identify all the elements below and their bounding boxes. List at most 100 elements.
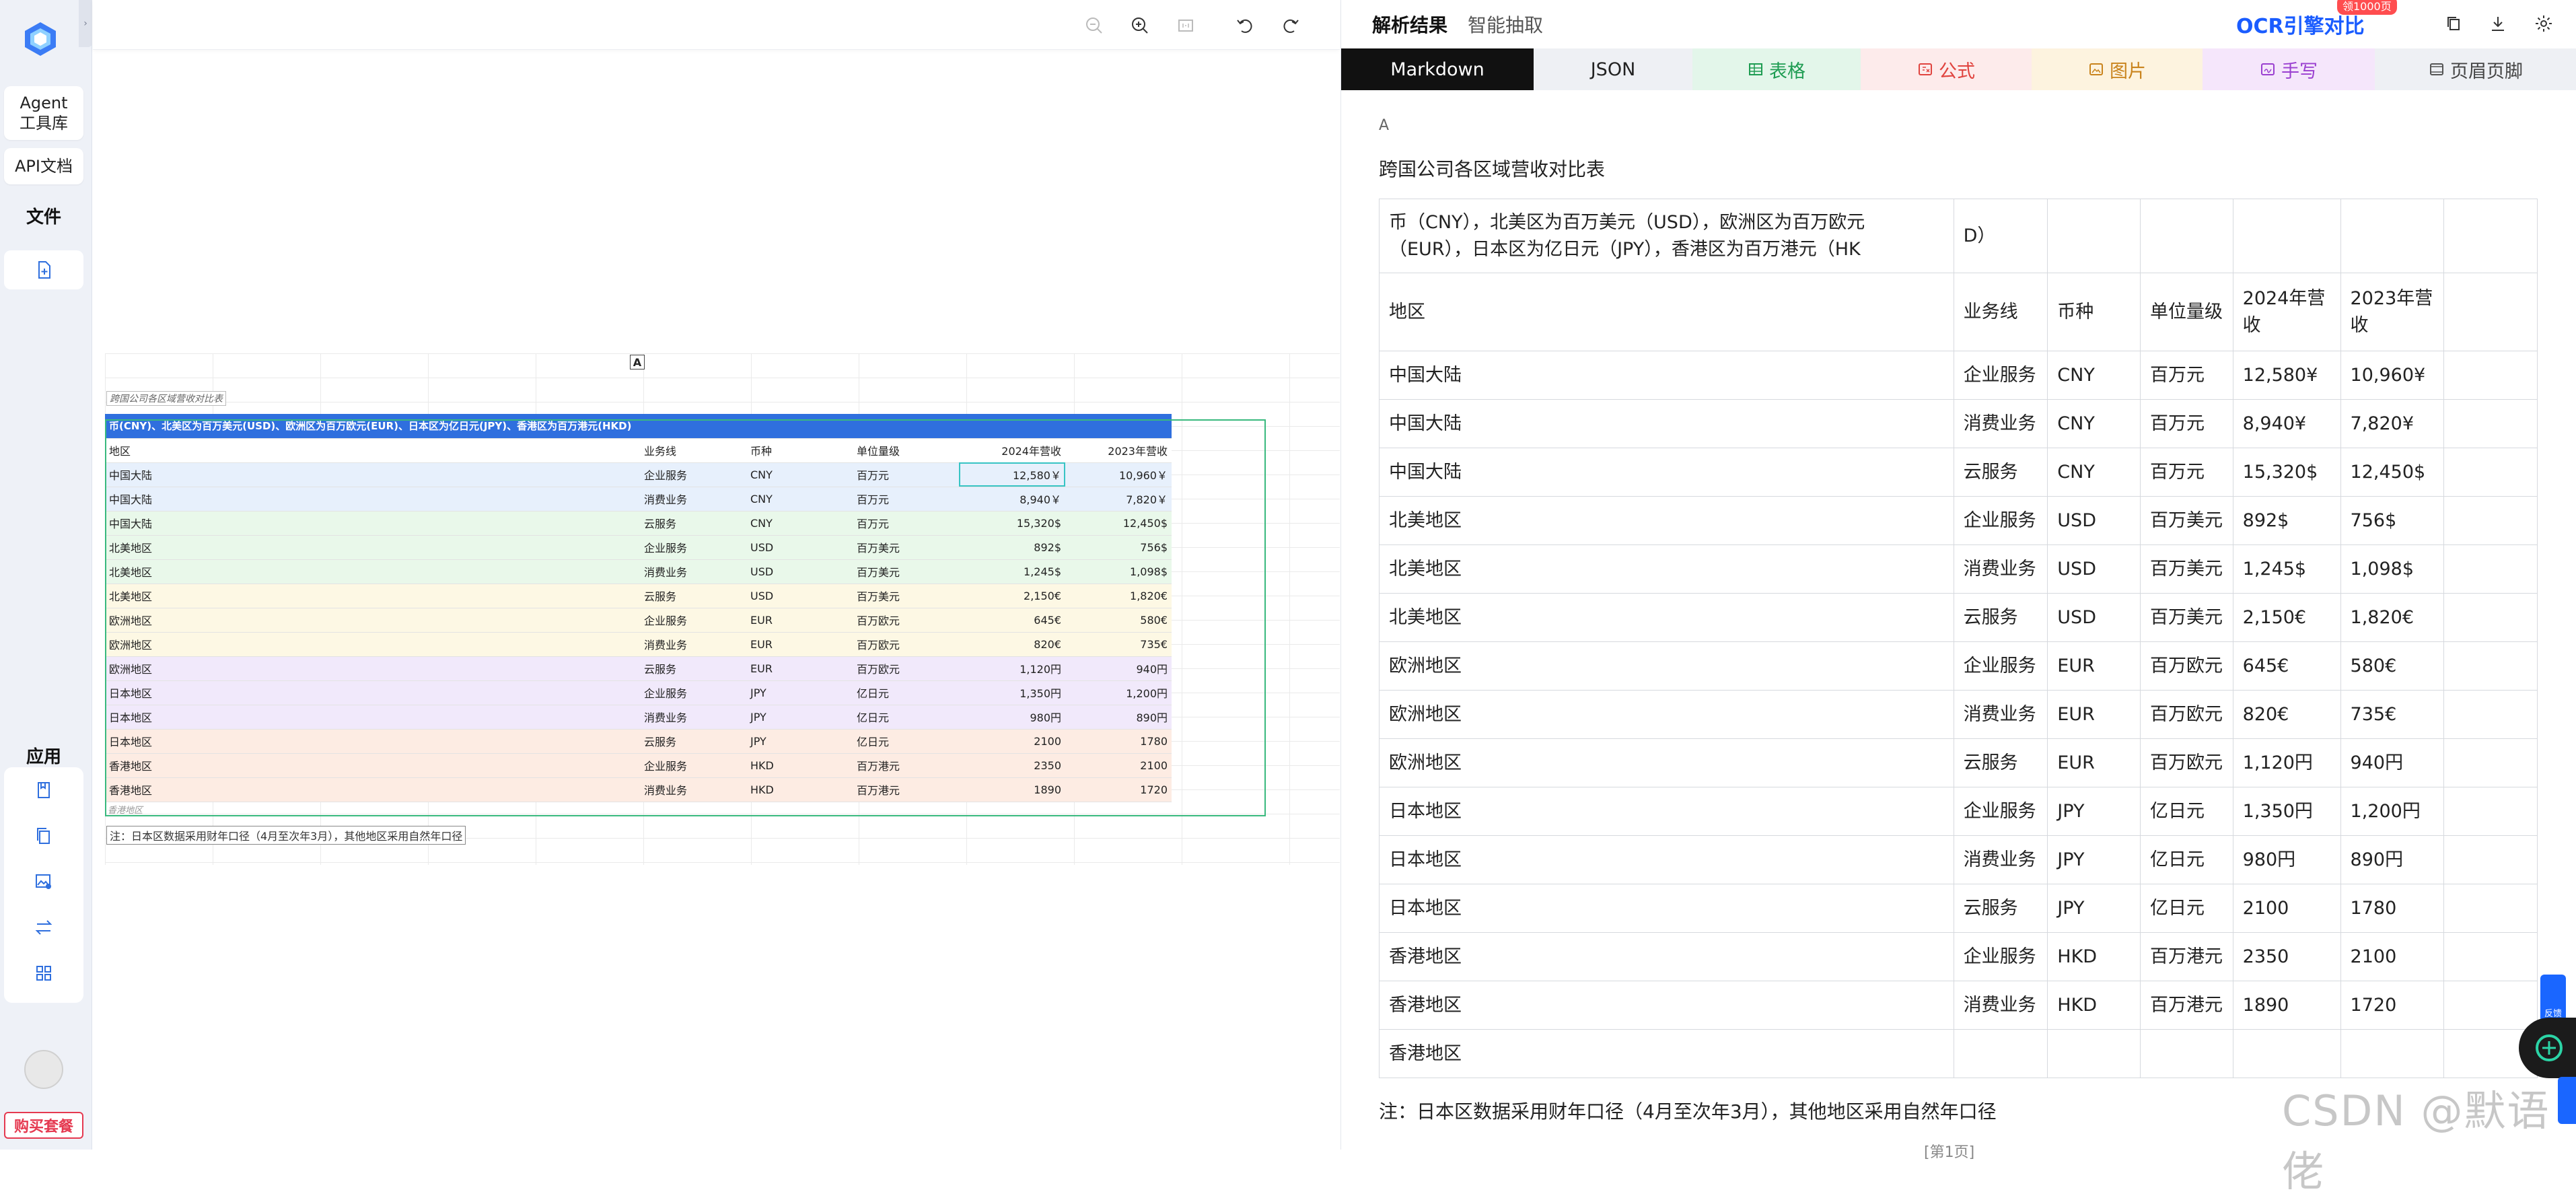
sheet-cell[interactable]: 1,820€ bbox=[1065, 584, 1172, 608]
sheet-row[interactable]: 日本地区 企业服务 JPY 亿日元 1,350円 1,200円 bbox=[105, 680, 1172, 705]
app-logo-icon[interactable] bbox=[22, 20, 59, 58]
sheet-cell[interactable]: EUR bbox=[746, 656, 853, 681]
sheet-cell[interactable]: 980円 bbox=[959, 705, 1065, 730]
sheet-cell[interactable]: 亿日元 bbox=[853, 705, 959, 730]
sheet-cell[interactable]: 百万元 bbox=[853, 462, 959, 487]
sheet-cell[interactable]: JPY bbox=[746, 729, 853, 754]
download-button[interactable] bbox=[2486, 12, 2509, 35]
sheet-row[interactable]: 北美地区 企业服务 USD 百万美元 892$ 756$ bbox=[105, 535, 1172, 560]
sheet-cell[interactable]: 580€ bbox=[1065, 608, 1172, 633]
fit-page-button[interactable] bbox=[1172, 12, 1199, 39]
sheet-cell[interactable]: HKD bbox=[746, 753, 853, 778]
sheet-cell[interactable]: 企业服务 bbox=[640, 753, 746, 778]
sheet-cell[interactable]: 12,450$ bbox=[1065, 511, 1172, 536]
sheet-cell[interactable]: 企业服务 bbox=[640, 462, 746, 487]
tab-header-footer[interactable]: 页眉页脚 bbox=[2375, 48, 2576, 90]
sheet-cell[interactable]: 890円 bbox=[1065, 705, 1172, 730]
sheet-cell[interactable]: 1720 bbox=[1065, 777, 1172, 802]
agent-toolbox-button[interactable]: Agent 工具库 bbox=[4, 86, 83, 140]
sheet-cell[interactable]: 892$ bbox=[959, 535, 1065, 560]
sheet-cell[interactable]: 欧洲地区 bbox=[105, 632, 640, 657]
app-copy-button[interactable] bbox=[4, 816, 83, 856]
sheet-cell[interactable]: 消费业务 bbox=[640, 559, 746, 584]
sheet-row[interactable]: 香港地区 消费业务 HKD 百万港元 1890 1720 bbox=[105, 777, 1172, 802]
sheet-cell[interactable]: 日本地区 bbox=[105, 680, 640, 705]
sheet-cell[interactable]: 1780 bbox=[1065, 729, 1172, 754]
feedback-button[interactable]: 反馈 bbox=[2540, 975, 2566, 1022]
sheet-cell[interactable]: 云服务 bbox=[640, 511, 746, 536]
sheet-cell[interactable]: 日本地区 bbox=[105, 729, 640, 754]
ai-assistant-button[interactable] bbox=[2519, 1018, 2576, 1078]
sheet-cell[interactable]: 欧洲地区 bbox=[105, 656, 640, 681]
buy-plan-button[interactable]: 购买套餐 bbox=[4, 1112, 83, 1139]
sheet-cell[interactable]: 云服务 bbox=[640, 656, 746, 681]
sheet-row[interactable]: 日本地区 消费业务 JPY 亿日元 980円 890円 bbox=[105, 705, 1172, 730]
sheet-row[interactable]: 欧洲地区 云服务 EUR 百万欧元 1,120円 940円 bbox=[105, 656, 1172, 681]
tab-table[interactable]: 表格 bbox=[1692, 48, 1861, 90]
side-float-handle[interactable] bbox=[2558, 1077, 2576, 1124]
sheet-cell[interactable]: 企业服务 bbox=[640, 535, 746, 560]
sheet-cell[interactable]: 1,350円 bbox=[959, 680, 1065, 705]
sheet-row[interactable]: 欧洲地区 消费业务 EUR 百万欧元 820€ 735€ bbox=[105, 632, 1172, 657]
sheet-cell[interactable]: 北美地区 bbox=[105, 559, 640, 584]
sheet-cell[interactable]: JPY bbox=[746, 705, 853, 730]
sheet-row[interactable]: 香港地区 企业服务 HKD 百万港元 2350 2100 bbox=[105, 753, 1172, 778]
sheet-cell[interactable]: 日本地区 bbox=[105, 705, 640, 730]
sheet-cell[interactable]: 亿日元 bbox=[853, 680, 959, 705]
sheet-cell[interactable]: 消费业务 bbox=[640, 777, 746, 802]
rotate-right-button[interactable] bbox=[1277, 12, 1304, 39]
sheet-cell[interactable]: 中国大陆 bbox=[105, 487, 640, 512]
collapse-sidebar-button[interactable]: › bbox=[79, 0, 92, 47]
sheet-cell[interactable]: 企业服务 bbox=[640, 608, 746, 633]
sheet-row[interactable]: 北美地区 云服务 USD 百万美元 2,150€ 1,820€ bbox=[105, 584, 1172, 608]
zoom-out-button[interactable] bbox=[1081, 12, 1108, 39]
sheet-cell[interactable]: 2350 bbox=[959, 753, 1065, 778]
sheet-cell[interactable]: 12,580￥ bbox=[959, 462, 1065, 487]
sheet-cell[interactable]: 云服务 bbox=[640, 729, 746, 754]
sheet-cell[interactable]: EUR bbox=[746, 608, 853, 633]
sheet-cell[interactable]: USD bbox=[746, 584, 853, 608]
app-convert-button[interactable] bbox=[4, 907, 83, 948]
sheet-row[interactable]: 欧洲地区 企业服务 EUR 百万欧元 645€ 580€ bbox=[105, 608, 1172, 633]
sheet-cell[interactable]: 1,098$ bbox=[1065, 559, 1172, 584]
sheet-cell[interactable]: 百万港元 bbox=[853, 753, 959, 778]
app-grid-button[interactable] bbox=[4, 953, 83, 993]
sheet-cell[interactable]: 735€ bbox=[1065, 632, 1172, 657]
sheet-cell[interactable]: EUR bbox=[746, 632, 853, 657]
sheet-row[interactable]: 日本地区 云服务 JPY 亿日元 2100 1780 bbox=[105, 729, 1172, 754]
sheet-row[interactable]: 中国大陆 云服务 CNY 百万元 15,320$ 12,450$ bbox=[105, 511, 1172, 536]
sheet-cell[interactable]: 8,940￥ bbox=[959, 487, 1065, 512]
sheet-cell[interactable]: CNY bbox=[746, 511, 853, 536]
sheet-cell[interactable]: 百万美元 bbox=[853, 584, 959, 608]
tab-parse-results[interactable]: 解析结果 bbox=[1372, 11, 1447, 38]
sheet-cell[interactable]: 中国大陆 bbox=[105, 511, 640, 536]
sheet-cell[interactable]: 北美地区 bbox=[105, 584, 640, 608]
sheet-cell[interactable]: HKD bbox=[746, 777, 853, 802]
zoom-in-button[interactable] bbox=[1126, 12, 1153, 39]
sheet-cell[interactable]: 820€ bbox=[959, 632, 1065, 657]
sheet-cell[interactable]: 10,960￥ bbox=[1065, 462, 1172, 487]
tab-json[interactable]: JSON bbox=[1534, 48, 1692, 90]
tab-markdown[interactable]: Markdown bbox=[1341, 48, 1534, 90]
sheet-cell[interactable]: 消费业务 bbox=[640, 705, 746, 730]
sheet-row[interactable]: 北美地区 消费业务 USD 百万美元 1,245$ 1,098$ bbox=[105, 559, 1172, 584]
tab-handwriting[interactable]: 手写 bbox=[2203, 48, 2375, 90]
sheet-cell[interactable]: 中国大陆 bbox=[105, 462, 640, 487]
sheet-cell[interactable]: CNY bbox=[746, 487, 853, 512]
sheet-cell[interactable]: USD bbox=[746, 535, 853, 560]
copy-button[interactable] bbox=[2442, 12, 2465, 35]
sheet-cell[interactable]: 百万欧元 bbox=[853, 656, 959, 681]
app-image-button[interactable] bbox=[4, 861, 83, 902]
sheet-cell[interactable]: 15,320$ bbox=[959, 511, 1065, 536]
app-document-button[interactable] bbox=[4, 770, 83, 810]
sheet-cell[interactable]: 2100 bbox=[959, 729, 1065, 754]
sheet-cell[interactable]: 百万美元 bbox=[853, 535, 959, 560]
sheet-cell[interactable]: 北美地区 bbox=[105, 535, 640, 560]
sheet-cell[interactable]: 百万元 bbox=[853, 487, 959, 512]
sheet-cell[interactable]: 百万元 bbox=[853, 511, 959, 536]
sheet-cell[interactable]: 香港地区 bbox=[105, 777, 640, 802]
tab-image[interactable]: 图片 bbox=[2032, 48, 2203, 90]
sheet-cell[interactable]: 756$ bbox=[1065, 535, 1172, 560]
sheet-cell[interactable]: 百万欧元 bbox=[853, 632, 959, 657]
sheet-cell[interactable]: 1,200円 bbox=[1065, 680, 1172, 705]
